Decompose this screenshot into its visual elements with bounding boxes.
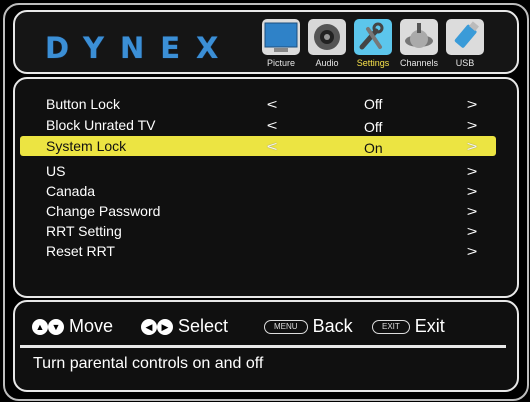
right-arrow-icon[interactable]: > (467, 181, 478, 201)
menu-item-rrt-setting[interactable]: RRT Setting > (20, 221, 496, 241)
menu-item-button-lock[interactable]: Button Lock < Off > (20, 94, 496, 114)
picture-icon (262, 19, 300, 55)
exit-key-icon: EXIT (372, 320, 410, 334)
right-arrow-icon[interactable]: > (467, 136, 478, 156)
up-arrow-icon: ▲ (32, 319, 48, 335)
left-arrow-icon[interactable]: < (267, 94, 278, 114)
menu-item-system-lock[interactable]: System Lock < On > (20, 136, 496, 156)
menu-header: DYNEX Picture Audio Settings Channels US… (13, 10, 519, 74)
right-arrow-icon[interactable]: > (467, 201, 478, 221)
audio-icon (308, 19, 346, 55)
item-description: Turn parental controls on and off (33, 355, 264, 372)
footer-divider (20, 345, 506, 348)
brand-logo: DYNEX (45, 31, 235, 65)
right-arrow-icon[interactable]: > (467, 161, 478, 181)
menu-item-value: Off (364, 96, 383, 112)
menu-item-value: Off (364, 119, 383, 135)
settings-icon (354, 19, 392, 55)
menu-item-us[interactable]: US > (20, 161, 496, 181)
channels-icon (400, 19, 438, 55)
menu-item-canada[interactable]: Canada > (20, 181, 496, 201)
hint-exit: EXIT Exit (372, 316, 445, 337)
usb-icon (446, 19, 484, 55)
right-arrow-icon[interactable]: > (467, 221, 478, 241)
right-arrow-icon: ▶ (157, 319, 173, 335)
down-arrow-icon: ▼ (48, 319, 64, 335)
menu-item-value: On (364, 140, 383, 156)
hint-move: ▲ ▼ Move (32, 316, 113, 337)
hint-back: MENU Back (264, 316, 353, 337)
menu-item-reset-rrt[interactable]: Reset RRT > (20, 241, 496, 261)
menu-item-change-password[interactable]: Change Password > (20, 201, 496, 221)
left-arrow-icon: ◀ (141, 319, 157, 335)
left-arrow-icon[interactable]: < (267, 136, 278, 156)
right-arrow-icon[interactable]: > (467, 241, 478, 261)
left-arrow-icon[interactable]: < (267, 115, 278, 135)
menu-item-block-unrated-tv[interactable]: Block Unrated TV < Off > (20, 115, 496, 135)
right-arrow-icon[interactable]: > (467, 115, 478, 135)
tab-usb[interactable]: USB (442, 12, 488, 72)
hint-select: ◀ ▶ Select (141, 316, 228, 337)
menu-key-icon: MENU (264, 320, 308, 334)
right-arrow-icon[interactable]: > (467, 94, 478, 114)
